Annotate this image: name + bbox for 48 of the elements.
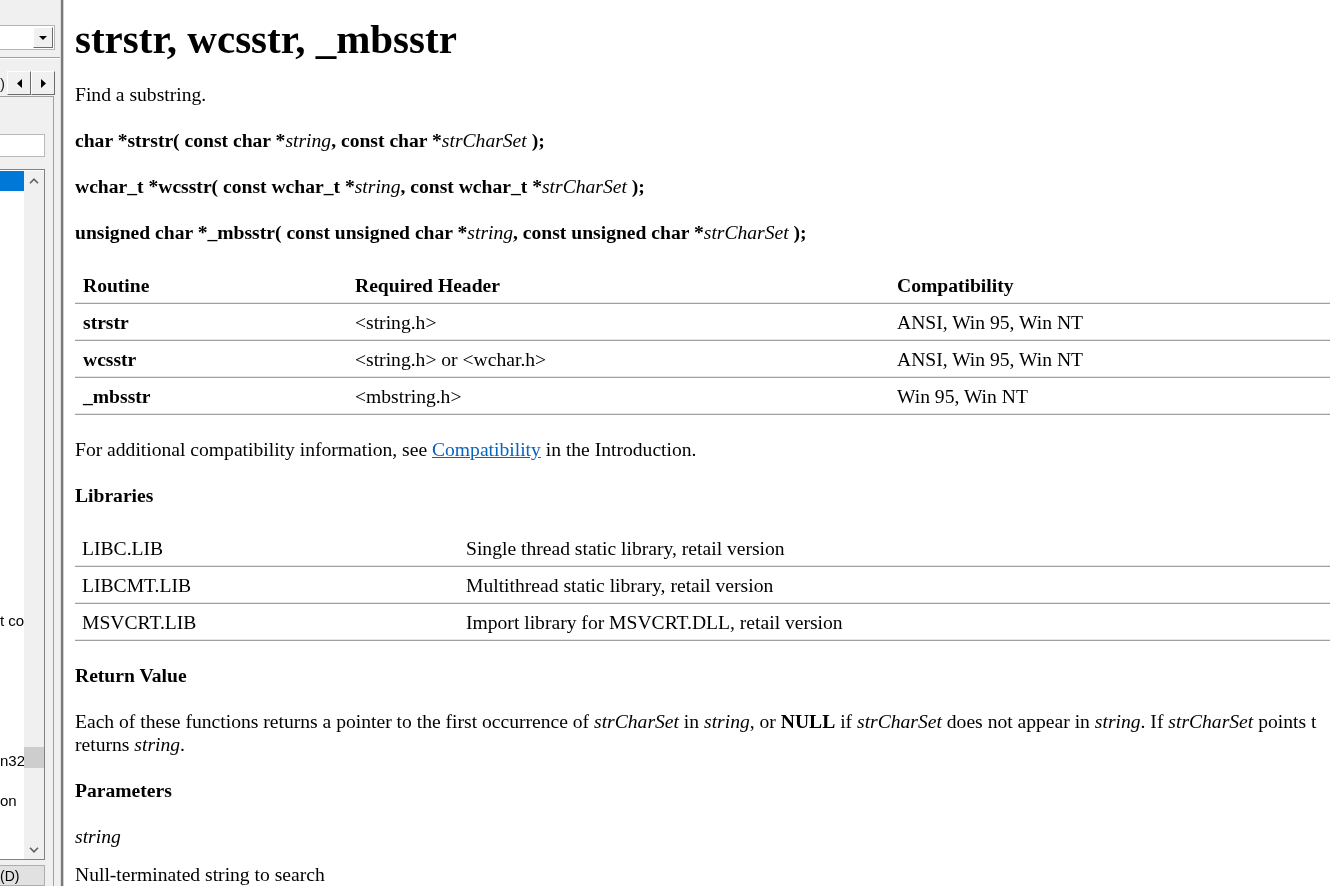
caret-right-icon — [40, 78, 46, 88]
table-cell: Multithread static library, retail version — [459, 566, 1330, 604]
table-cell: _mbsstr — [75, 377, 347, 415]
list-item[interactable]: t co — [0, 611, 24, 631]
syntax-line: char *strstr( const char *string, const char *strCharSet ); — [75, 129, 546, 152]
table-cell: LIBCMT.LIB — [75, 566, 459, 604]
push-button[interactable]: (D) — [0, 865, 45, 886]
dropdown-button[interactable] — [33, 27, 53, 48]
return-value-text: Each of these functions returns a pointer to the first occurrence of strCharSet in string, or NULL if strCharSet does not appear in string. If strCharSet points t returns string. — [75, 710, 1318, 756]
column-header: Required Header — [347, 267, 889, 304]
column-header: Routine — [75, 267, 347, 304]
syntax-line: unsigned char *_mbsstr( const unsigned char *string, const unsigned char *strCharSet ); — [75, 221, 808, 244]
input-field[interactable] — [0, 134, 45, 157]
dropdown-field[interactable] — [0, 25, 55, 50]
table-cell: ANSI, Win 95, Win NT — [889, 303, 1330, 341]
section-heading: Libraries — [75, 484, 155, 507]
next-button[interactable] — [31, 71, 55, 95]
table-cell: ANSI, Win 95, Win NT — [889, 340, 1330, 378]
table-cell: Win 95, Win NT — [889, 377, 1330, 415]
table-cell: LIBC.LIB — [75, 530, 459, 567]
table-cell: strstr — [75, 303, 347, 341]
tab[interactable]: ) — [0, 74, 5, 92]
section-heading: Parameters — [75, 779, 173, 802]
list-item[interactable]: n32 — [0, 751, 24, 771]
table-cell: wcsstr — [75, 340, 347, 378]
caret-left-icon — [16, 78, 22, 88]
parameter-description: Null-terminated string to search — [75, 863, 326, 886]
syntax-line: wchar_t *wcsstr( const wchar_t *string, const wchar_t *strCharSet ); — [75, 175, 646, 198]
caret-down-icon — [39, 35, 47, 40]
previous-button[interactable] — [7, 71, 31, 95]
scrollbar[interactable] — [24, 171, 44, 859]
compatibility-link[interactable]: Compatibility — [432, 439, 541, 460]
table-cell: <string.h> — [347, 303, 889, 341]
scrollbar-thumb[interactable] — [24, 747, 44, 768]
table-cell: <mbstring.h> — [347, 377, 889, 415]
table-cell: Import library for MSVCRT.DLL, retail version — [459, 603, 1330, 641]
table-cell: MSVCRT.LIB — [75, 603, 459, 641]
table-cell: Single thread static library, retail version — [459, 530, 1330, 567]
parameter-name: string — [75, 825, 122, 848]
table-cell: <string.h> or <wchar.h> — [347, 340, 889, 378]
chevron-up-icon[interactable] — [29, 178, 39, 184]
page-title: strstr, wcsstr, _mbsstr — [75, 16, 458, 62]
list-item[interactable]: on — [0, 791, 24, 811]
compatibility-note: For additional compatibility information, see Compatibility in the Introduction. — [75, 438, 698, 461]
chevron-down-icon[interactable] — [29, 847, 39, 853]
column-header: Compatibility — [889, 267, 1330, 304]
summary-text: Find a substring. — [75, 83, 208, 106]
section-heading: Return Value — [75, 664, 188, 687]
